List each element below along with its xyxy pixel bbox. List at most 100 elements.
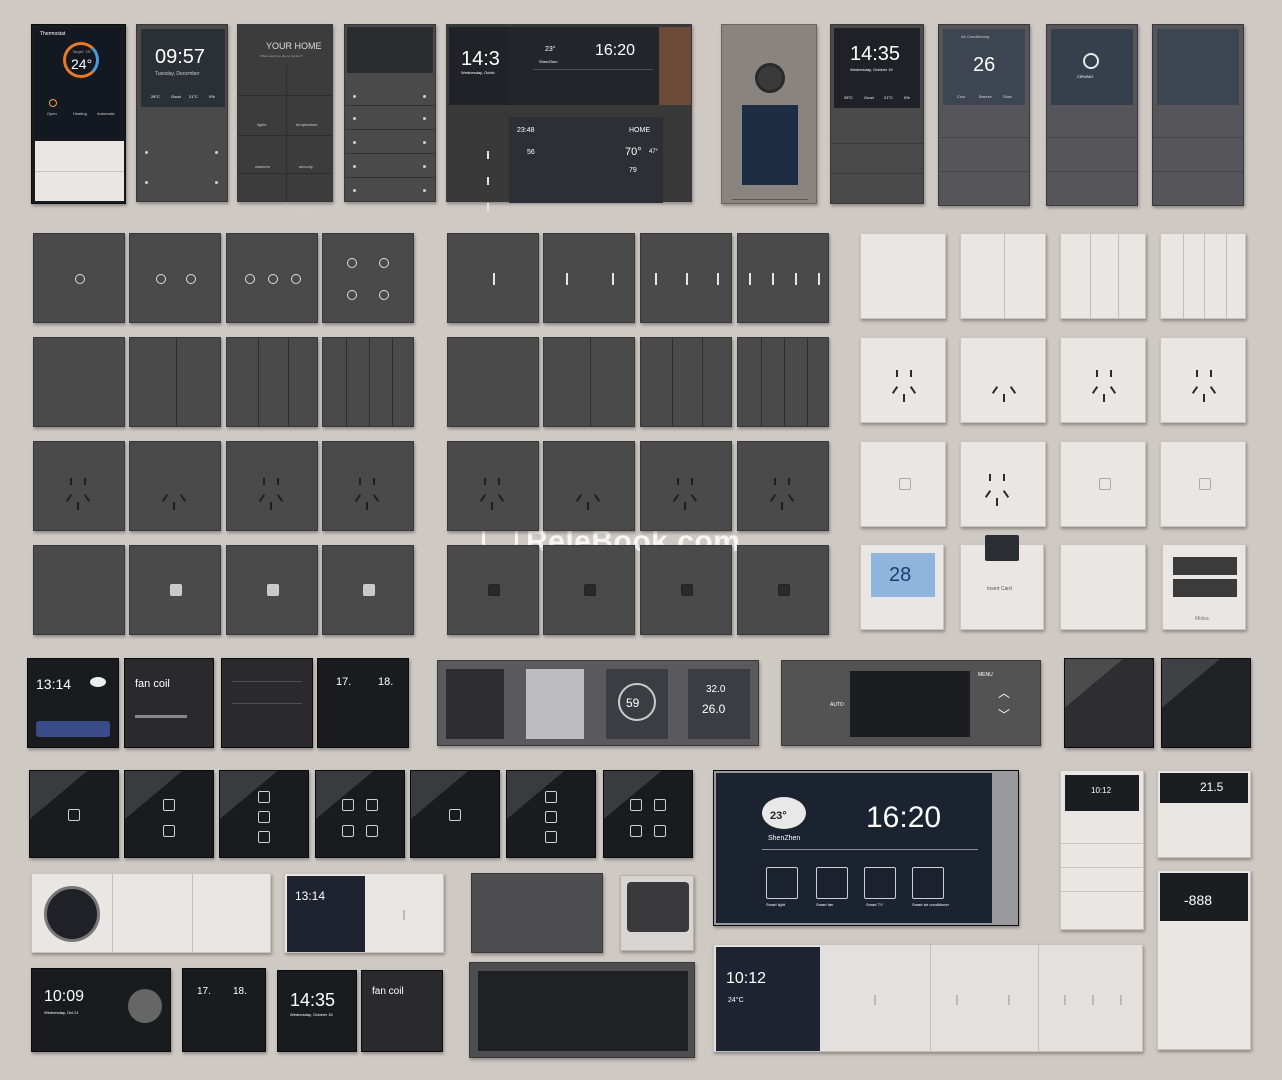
scene-button-icon[interactable]	[545, 791, 557, 803]
scene-button-icon[interactable]	[258, 791, 270, 803]
home-television[interactable]: television	[296, 207, 313, 211]
glass-touch-b[interactable]	[1161, 658, 1251, 748]
dark-rocker-switch[interactable]	[737, 337, 829, 427]
glass-scene-switch[interactable]	[219, 770, 309, 858]
dark-lever-switch[interactable]	[543, 233, 635, 323]
dark-lever-switch[interactable]	[737, 233, 829, 323]
dark-rocker-switch[interactable]	[447, 337, 539, 427]
dark-media-port[interactable]	[543, 545, 635, 635]
blank-switch[interactable]	[1060, 544, 1146, 630]
scene-button-icon[interactable]	[545, 811, 557, 823]
dark-media-port[interactable]	[322, 545, 414, 635]
dark-media-port[interactable]	[129, 545, 221, 635]
dark-rocker-switch[interactable]	[226, 337, 318, 427]
dark-media-port[interactable]	[226, 545, 318, 635]
home-lights[interactable]: lights	[257, 123, 266, 127]
light-rocker-switch[interactable]	[860, 233, 946, 319]
dark-lever-switch[interactable]	[447, 233, 539, 323]
menu-label[interactable]: MENU	[978, 673, 993, 678]
glass-scene-switch[interactable]	[315, 770, 405, 858]
light-rocker-switch[interactable]	[960, 233, 1046, 319]
glass-scene-switch[interactable]	[410, 770, 500, 858]
light-socket[interactable]	[960, 337, 1046, 423]
light-rocker-switch[interactable]	[1160, 233, 1246, 319]
tile-value-b[interactable]: 70°	[625, 147, 642, 158]
auto-label[interactable]: AUTO	[830, 703, 844, 708]
light-socket[interactable]	[860, 337, 946, 423]
scene-button-icon[interactable]	[258, 831, 270, 843]
mode-open[interactable]: Open	[47, 112, 57, 116]
dark-rocker-switch[interactable]	[33, 337, 125, 427]
scene-button-icon[interactable]	[366, 825, 378, 837]
dark-rocker-switch[interactable]	[640, 337, 732, 427]
scene-button-icon[interactable]	[366, 799, 378, 811]
dark-media-port[interactable]	[640, 545, 732, 635]
ac-mode-cool[interactable]: Cool	[957, 95, 965, 99]
scene-button-icon[interactable]	[654, 799, 666, 811]
power-icon[interactable]	[49, 99, 57, 107]
light-media-port[interactable]	[960, 441, 1046, 527]
dark-media-port[interactable]	[33, 545, 125, 635]
light-socket[interactable]	[1060, 337, 1146, 423]
dark-socket[interactable]	[543, 441, 635, 531]
mode-automatic[interactable]: Automatic	[97, 112, 115, 116]
scene-button-icon[interactable]	[163, 799, 175, 811]
dark-socket[interactable]	[322, 441, 414, 531]
dark-indicator-switch[interactable]	[322, 233, 414, 323]
scene-button-icon[interactable]	[342, 825, 354, 837]
dark-indicator-switch[interactable]	[33, 233, 125, 323]
scene-button-icon[interactable]	[630, 799, 642, 811]
glass-scene-switch[interactable]	[124, 770, 214, 858]
scene-button-icon[interactable]	[258, 811, 270, 823]
home-wifi[interactable]: wifi	[259, 207, 265, 211]
dark-socket[interactable]	[129, 441, 221, 531]
dark-lever-switch[interactable]	[640, 233, 732, 323]
home-washers[interactable]: washers	[255, 165, 270, 169]
smart-ac-icon[interactable]	[912, 867, 944, 899]
thermostat-knob[interactable]	[44, 886, 100, 942]
dark-socket[interactable]	[33, 441, 125, 531]
switch-strip[interactable]	[35, 141, 124, 201]
dark-rocker-switch[interactable]	[129, 337, 221, 427]
smart-light-icon[interactable]	[766, 867, 798, 899]
tile-value-d[interactable]: 79	[629, 167, 637, 174]
scene-button-icon[interactable]	[342, 799, 354, 811]
scene-button-icon[interactable]	[68, 809, 80, 821]
glass-scene-switch[interactable]	[603, 770, 693, 858]
dark-socket[interactable]	[737, 441, 829, 531]
light-media-port[interactable]	[1060, 441, 1146, 527]
key-card[interactable]	[985, 535, 1019, 561]
light-media-port[interactable]	[860, 441, 946, 527]
light-socket[interactable]	[1160, 337, 1246, 423]
scene-button-icon[interactable]	[545, 831, 557, 843]
glass-scene-switch[interactable]	[29, 770, 119, 858]
dark-media-port[interactable]	[447, 545, 539, 635]
tile-home[interactable]: HOME	[629, 127, 650, 134]
dark-media-port[interactable]	[737, 545, 829, 635]
scene-button-icon[interactable]	[630, 825, 642, 837]
dark-socket[interactable]	[640, 441, 732, 531]
scene-button-icon[interactable]	[163, 825, 175, 837]
intercom-keypad[interactable]	[742, 105, 798, 185]
tile-time[interactable]: 23:48	[517, 127, 535, 134]
light-rocker-switch[interactable]	[1060, 233, 1146, 319]
home-temperature[interactable]: temperature	[296, 123, 318, 127]
chevron-up-icon[interactable]: ︿	[998, 687, 1010, 699]
tile-value-c[interactable]: 47°	[649, 149, 658, 155]
ac-mode-slow[interactable]: Slow	[1003, 95, 1012, 99]
dark-indicator-switch[interactable]	[129, 233, 221, 323]
light-media-port[interactable]	[1160, 441, 1246, 527]
scene-button-icon[interactable]	[654, 825, 666, 837]
smart-tv-icon[interactable]	[864, 867, 896, 899]
chevron-down-icon[interactable]: ﹀	[998, 709, 1010, 721]
tile-value-a[interactable]: 56	[527, 149, 535, 156]
play-icon[interactable]	[128, 989, 162, 1023]
mode-heating[interactable]: Heating	[73, 112, 87, 116]
dark-indicator-switch[interactable]	[226, 233, 318, 323]
glass-scene-switch[interactable]	[506, 770, 596, 858]
dark-rocker-switch[interactable]	[543, 337, 635, 427]
home-security[interactable]: security	[299, 165, 313, 169]
ac-mode-breeze[interactable]: Breeze	[979, 95, 992, 99]
smart-fan-icon[interactable]	[816, 867, 848, 899]
dark-socket[interactable]	[226, 441, 318, 531]
